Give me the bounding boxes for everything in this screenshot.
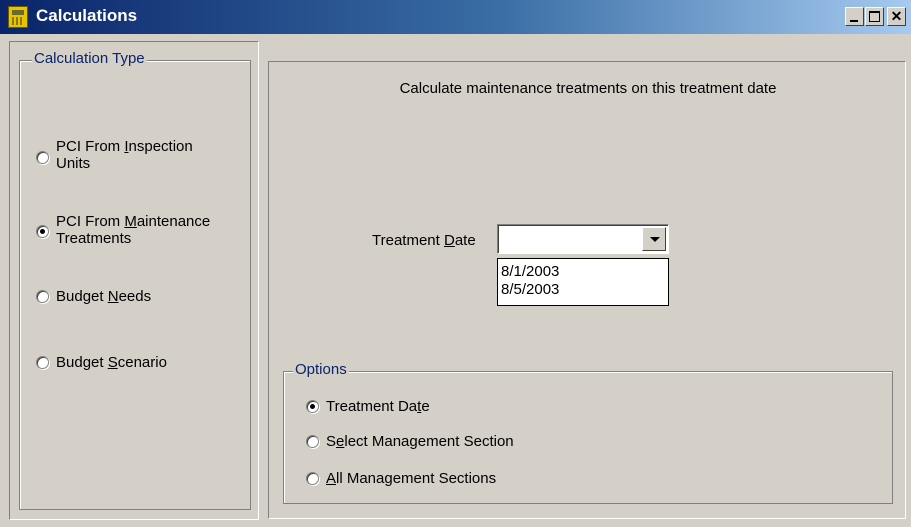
- radio-label: All Management Sections: [326, 470, 497, 487]
- radio-label: Budget Scenario: [56, 354, 167, 371]
- maximize-button[interactable]: [865, 7, 884, 26]
- window-title: Calculations: [36, 6, 138, 25]
- options-legend: Options: [293, 361, 349, 378]
- calculation-type-legend: Calculation Type: [32, 50, 147, 67]
- treatment-date-label: Treatment Date: [372, 232, 476, 249]
- dropdown-option[interactable]: 8/1/2003: [501, 263, 559, 281]
- radio-button[interactable]: [36, 151, 49, 164]
- radio-button[interactable]: [36, 290, 49, 303]
- radio-label: PCI From Maintenance Treatments: [56, 213, 211, 247]
- radio-button[interactable]: [306, 472, 319, 485]
- radio-label: Treatment Date: [326, 398, 430, 415]
- radio-button[interactable]: [36, 225, 49, 238]
- minimize-button[interactable]: [845, 7, 864, 26]
- radio-button[interactable]: [306, 435, 319, 448]
- radio-label: Select Management Section: [326, 433, 514, 450]
- treatment-date-dropdown-list: 8/1/2003 8/5/2003: [497, 258, 669, 306]
- title-bar[interactable]: Calculations ✕: [0, 0, 911, 34]
- radio-label: PCI From Inspection Units: [56, 138, 193, 172]
- radio-button[interactable]: [36, 356, 49, 369]
- chevron-down-icon[interactable]: [642, 227, 666, 251]
- close-button[interactable]: ✕: [887, 7, 906, 26]
- page-heading: Calculate maintenance treatments on this…: [399, 80, 777, 97]
- dropdown-option[interactable]: 8/5/2003: [501, 281, 559, 299]
- calculations-window: Calculations ✕ Calculation Type PCI From…: [0, 0, 911, 527]
- radio-button[interactable]: [306, 400, 319, 413]
- treatment-date-combobox[interactable]: [497, 224, 669, 254]
- calculator-icon: [8, 6, 28, 28]
- radio-label: Budget Needs: [56, 288, 152, 305]
- calculation-type-group: [19, 60, 251, 510]
